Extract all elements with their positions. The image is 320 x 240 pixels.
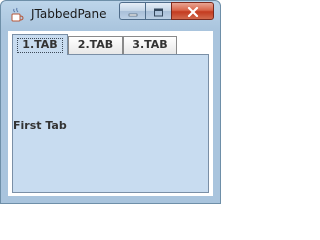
- minimize-button[interactable]: [119, 2, 145, 20]
- tab-1-label: 1.TAB: [22, 38, 58, 51]
- app-window: JTabbedPane 1.TAB 2.TAB 3.TAB First Tab: [0, 0, 221, 204]
- panel-label: First Tab: [13, 119, 67, 132]
- tab-3-label: 3.TAB: [132, 38, 168, 51]
- minimize-icon: [128, 2, 138, 21]
- window-controls: [119, 2, 214, 21]
- tab-2-label: 2.TAB: [77, 38, 114, 51]
- maximize-icon: [153, 2, 164, 21]
- java-cup-icon: [9, 7, 25, 23]
- tab-3[interactable]: 3.TAB: [123, 36, 177, 54]
- maximize-button[interactable]: [145, 2, 171, 20]
- close-button[interactable]: [171, 2, 214, 20]
- content-pane: 1.TAB 2.TAB 3.TAB First Tab: [8, 31, 213, 196]
- tab-panel: First Tab: [12, 54, 209, 193]
- title-bar[interactable]: JTabbedPane: [1, 1, 220, 31]
- tab-1[interactable]: 1.TAB: [12, 34, 68, 55]
- close-icon: [187, 2, 199, 21]
- tab-2[interactable]: 2.TAB: [68, 36, 123, 54]
- window-title: JTabbedPane: [31, 7, 107, 21]
